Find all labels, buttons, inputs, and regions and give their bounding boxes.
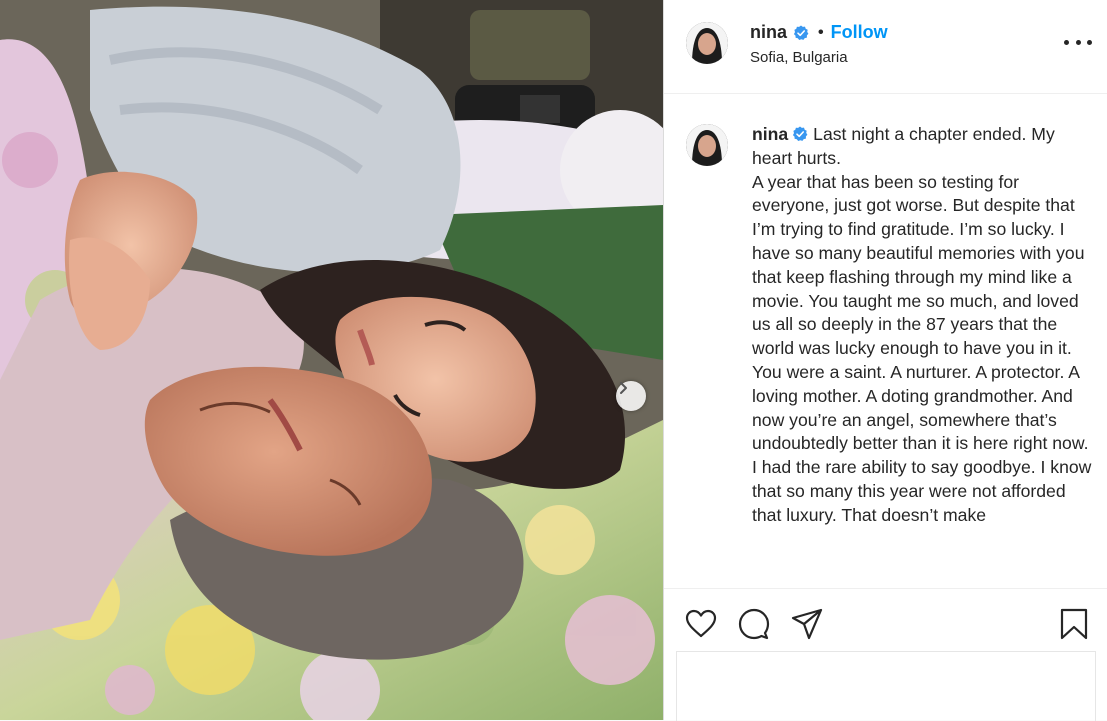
like-button[interactable] <box>684 607 718 641</box>
separator-dot: • <box>818 23 824 41</box>
more-dot <box>1064 39 1069 45</box>
post-side-panel: nina • Follow Sofia, Bulgaria nina Last … <box>663 0 1107 721</box>
next-photo-button[interactable] <box>616 381 646 411</box>
caption-paragraph: I had the rare ability to say goodbye. I… <box>752 457 1092 525</box>
comment-icon <box>738 608 770 640</box>
caption-paragraph: A year that has been so testing for ever… <box>752 171 1089 454</box>
post-photo[interactable] <box>0 0 663 720</box>
caption-avatar[interactable] <box>686 124 728 166</box>
avatar[interactable] <box>686 22 728 64</box>
post-actions-bar <box>664 588 1107 721</box>
share-icon <box>791 608 823 640</box>
comment-button[interactable] <box>737 607 771 641</box>
location-link[interactable]: Sofia, Bulgaria <box>750 49 848 66</box>
bookmark-icon <box>1060 608 1088 640</box>
follow-button[interactable]: Follow <box>831 22 888 43</box>
photo-illustration <box>0 0 663 720</box>
verified-badge-icon <box>793 126 808 141</box>
more-dot <box>1075 39 1081 45</box>
caption-text: nina Last night a chapter ended. My hear… <box>752 123 1097 528</box>
avatar-image <box>686 22 728 64</box>
caption-username[interactable]: nina <box>752 124 788 144</box>
more-options-icon[interactable] <box>1064 32 1092 52</box>
more-dot <box>1087 39 1092 45</box>
username[interactable]: nina <box>750 22 787 43</box>
heart-icon <box>685 609 717 638</box>
save-button[interactable] <box>1057 607 1091 641</box>
likes-and-comments-area <box>676 651 1096 721</box>
share-button[interactable] <box>790 607 824 641</box>
avatar-image <box>686 124 728 166</box>
caption-paragraph: nina Last night a chapter ended. My hear… <box>752 123 1097 171</box>
post-header: nina • Follow Sofia, Bulgaria <box>664 0 1107 94</box>
header-username-row: nina • Follow <box>750 22 888 43</box>
verified-badge-icon <box>793 25 809 40</box>
caption-scroll-area[interactable]: nina Last night a chapter ended. My hear… <box>664 94 1107 588</box>
chevron-right-icon <box>620 382 627 394</box>
